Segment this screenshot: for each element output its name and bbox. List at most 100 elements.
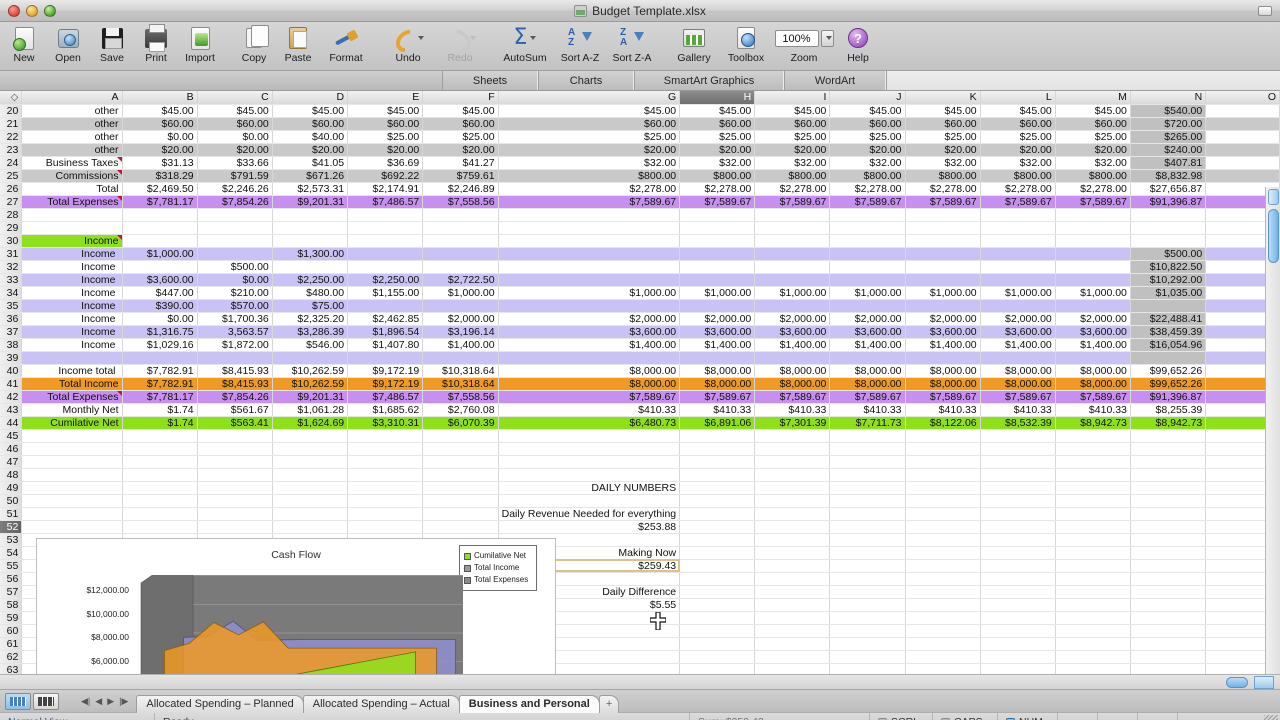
row-header-58[interactable]: 58 (0, 598, 22, 611)
cell-L49[interactable] (980, 481, 1055, 494)
cell-M43[interactable]: $410.33 (1055, 403, 1130, 416)
cell-E41[interactable]: $9,172.19 (348, 377, 423, 390)
cell-H51[interactable] (680, 507, 755, 520)
cell-E36[interactable]: $2,462.85 (348, 312, 423, 325)
cell-I41[interactable]: $8,000.00 (755, 377, 830, 390)
toolbar-help-button[interactable]: ? Help (836, 22, 880, 64)
table-row[interactable]: 50 (0, 494, 1280, 507)
cell-J57[interactable] (830, 585, 905, 598)
cell-O20[interactable] (1206, 104, 1280, 117)
cell-I27[interactable]: $7,589.67 (755, 195, 830, 208)
cell-L34[interactable]: $1,000.00 (980, 286, 1055, 299)
cell-I39[interactable] (755, 351, 830, 364)
row-header-41[interactable]: 41 (0, 377, 22, 390)
cell-J63[interactable] (830, 663, 905, 674)
cell-G47[interactable] (498, 455, 680, 468)
cell-E48[interactable] (348, 468, 423, 481)
toolbar-copy-button[interactable]: Copy (232, 22, 276, 64)
cell-C38[interactable]: $1,872.00 (197, 338, 272, 351)
cell-E25[interactable]: $692.22 (348, 169, 423, 182)
cell-I49[interactable] (755, 481, 830, 494)
cell-F40[interactable]: $10,318.64 (423, 364, 498, 377)
table-row[interactable]: 20other$45.00$45.00$45.00$45.00$45.00$45… (0, 104, 1280, 117)
cell-D41[interactable]: $10,262.59 (272, 377, 347, 390)
cell-D26[interactable]: $2,573.31 (272, 182, 347, 195)
cell-A35[interactable]: Income (22, 299, 122, 312)
cell-H48[interactable] (680, 468, 755, 481)
row-header-61[interactable]: 61 (0, 637, 22, 650)
cell-M61[interactable] (1055, 637, 1130, 650)
cell-K52[interactable] (905, 520, 980, 533)
row-header-43[interactable]: 43 (0, 403, 22, 416)
table-row[interactable]: 51Daily Revenue Needed for everything (0, 507, 1280, 520)
cell-G39[interactable] (498, 351, 680, 364)
cell-M60[interactable] (1055, 624, 1130, 637)
cell-I60[interactable] (755, 624, 830, 637)
cell-F36[interactable]: $2,000.00 (423, 312, 498, 325)
cell-I23[interactable]: $20.00 (755, 143, 830, 156)
cell-C50[interactable] (197, 494, 272, 507)
cell-B39[interactable] (122, 351, 197, 364)
cell-E32[interactable] (348, 260, 423, 273)
cell-L27[interactable]: $7,589.67 (980, 195, 1055, 208)
table-row[interactable]: 22other$0.00$0.00$40.00$25.00$25.00$25.0… (0, 130, 1280, 143)
cell-H54[interactable] (680, 546, 755, 559)
cell-I45[interactable] (755, 429, 830, 442)
cell-L48[interactable] (980, 468, 1055, 481)
cell-C29[interactable] (197, 221, 272, 234)
cell-N21[interactable]: $720.00 (1130, 117, 1205, 130)
cell-H50[interactable] (680, 494, 755, 507)
cell-H38[interactable]: $1,400.00 (680, 338, 755, 351)
cell-J20[interactable]: $45.00 (830, 104, 905, 117)
cell-H36[interactable]: $2,000.00 (680, 312, 755, 325)
table-row[interactable]: 47 (0, 455, 1280, 468)
row-header-26[interactable]: 26 (0, 182, 22, 195)
row-header-21[interactable]: 21 (0, 117, 22, 130)
cell-D49[interactable] (272, 481, 347, 494)
cell-J29[interactable] (830, 221, 905, 234)
row-header-32[interactable]: 32 (0, 260, 22, 273)
cell-E34[interactable]: $1,155.00 (348, 286, 423, 299)
row-header-57[interactable]: 57 (0, 585, 22, 598)
cell-A22[interactable]: other (22, 130, 122, 143)
cell-F33[interactable]: $2,722.50 (423, 273, 498, 286)
cell-K58[interactable] (905, 598, 980, 611)
cell-I48[interactable] (755, 468, 830, 481)
row-header-63[interactable]: 63 (0, 663, 22, 674)
cell-K31[interactable] (905, 247, 980, 260)
column-header-d[interactable]: D (272, 91, 347, 104)
cell-G44[interactable]: $6,480.73 (498, 416, 680, 429)
column-header-a[interactable]: A (22, 91, 122, 104)
row-header-47[interactable]: 47 (0, 455, 22, 468)
cell-K36[interactable]: $2,000.00 (905, 312, 980, 325)
cell-M23[interactable]: $20.00 (1055, 143, 1130, 156)
status-num-indicator[interactable]: NUM (998, 713, 1058, 720)
cell-J47[interactable] (830, 455, 905, 468)
table-row[interactable]: 40Income total$7,782.91$8,415.93$10,262.… (0, 364, 1280, 377)
cell-G36[interactable]: $2,000.00 (498, 312, 680, 325)
cell-A29[interactable] (22, 221, 122, 234)
row-header-45[interactable]: 45 (0, 429, 22, 442)
row-header-25[interactable]: 25 (0, 169, 22, 182)
cell-K33[interactable] (905, 273, 980, 286)
cell-I25[interactable]: $800.00 (755, 169, 830, 182)
cell-N32[interactable]: $10,822.50 (1130, 260, 1205, 273)
cell-F23[interactable]: $20.00 (423, 143, 498, 156)
cell-H30[interactable] (680, 234, 755, 247)
cell-G21[interactable]: $60.00 (498, 117, 680, 130)
cell-H44[interactable]: $6,891.06 (680, 416, 755, 429)
cell-I37[interactable]: $3,600.00 (755, 325, 830, 338)
cell-A50[interactable] (22, 494, 122, 507)
cell-F32[interactable] (423, 260, 498, 273)
cell-B29[interactable] (122, 221, 197, 234)
cell-A52[interactable] (22, 520, 122, 533)
cell-I31[interactable] (755, 247, 830, 260)
cell-I38[interactable]: $1,400.00 (755, 338, 830, 351)
cell-G22[interactable]: $25.00 (498, 130, 680, 143)
cell-I22[interactable]: $25.00 (755, 130, 830, 143)
row-header-24[interactable]: 24 (0, 156, 22, 169)
row-header-55[interactable]: 55 (0, 559, 22, 572)
cell-J21[interactable]: $60.00 (830, 117, 905, 130)
cell-D31[interactable]: $1,300.00 (272, 247, 347, 260)
cell-J46[interactable] (830, 442, 905, 455)
